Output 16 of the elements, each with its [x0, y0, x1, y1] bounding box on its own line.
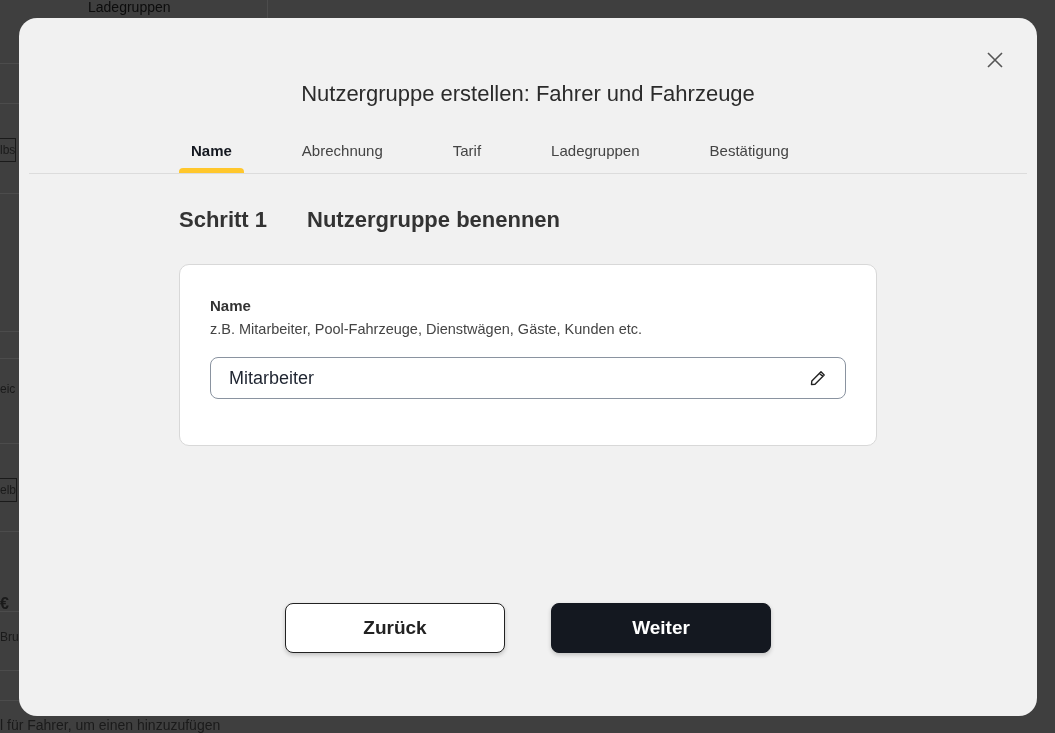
field-hint: z.B. Mitarbeiter, Pool-Fahrzeuge, Dienstwägen, Gäste, Kunden etc. — [210, 320, 643, 338]
tab[interactable]: Abrechnung — [289, 142, 395, 173]
field-label: Name — [210, 297, 252, 315]
step-number: Schritt 1 — [179, 206, 268, 234]
next-button[interactable]: Weiter — [551, 603, 771, 653]
tab[interactable]: Tarif — [440, 142, 494, 173]
dialog-title: Nutzergruppe erstellen: Fahrer und Fahrzeuge — [300, 80, 756, 108]
tab[interactable]: Name — [179, 142, 244, 173]
step-title: Nutzergruppe benennen — [307, 206, 561, 234]
back-button[interactable]: Zurück — [285, 603, 505, 653]
name-input-field[interactable]: Mitarbeiter — [210, 357, 846, 399]
close-icon[interactable] — [987, 52, 1003, 68]
pencil-icon — [810, 370, 826, 386]
tab[interactable]: Bestätigung — [697, 142, 801, 173]
background-text: € — [0, 596, 9, 612]
tab[interactable]: Ladegruppen — [539, 142, 652, 173]
